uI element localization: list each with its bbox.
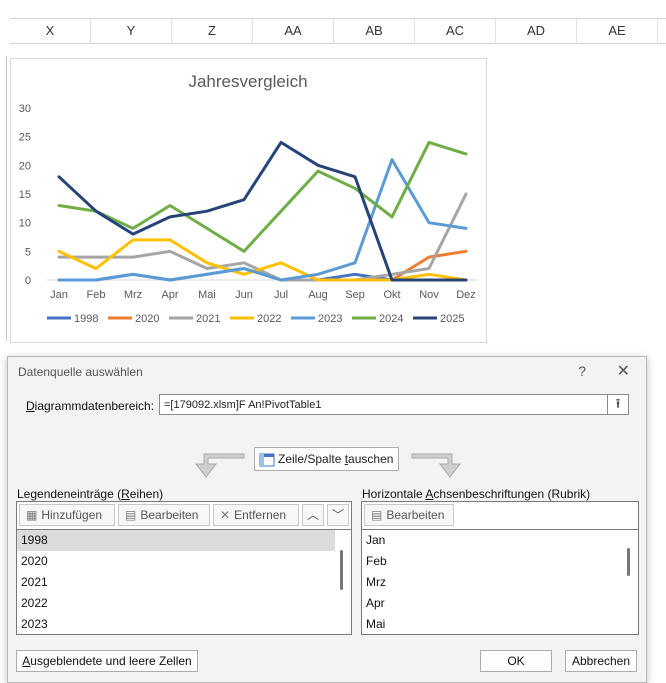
line-chart[interactable]: Jahresvergleich 0 5 10 15 20 25 30 Jan Feb Mrz Apr M… [10, 58, 487, 343]
edit-table-icon: ▤ [371, 508, 383, 522]
column-header-aa[interactable]: AA [253, 19, 334, 43]
legend-label-2023: 2023 [318, 313, 342, 325]
column-header-x[interactable]: X [10, 19, 91, 43]
list-item[interactable]: 2020 [17, 551, 351, 572]
chevron-down-icon: ﹀ [331, 508, 344, 522]
chart-data-range-label: Diagrammdatenbereich: [26, 399, 155, 413]
column-header-ae[interactable]: AE [577, 19, 658, 43]
x-tick-label: Mrz [124, 289, 142, 301]
column-header-z[interactable]: Z [172, 19, 253, 43]
list-item[interactable]: Mrz [362, 572, 638, 593]
column-header-ab[interactable]: AB [334, 19, 415, 43]
left-panel-edge [0, 56, 7, 341]
move-down-button[interactable]: ﹀ [327, 504, 349, 526]
series-line-2023 [57, 158, 468, 282]
legend-entries-panel: ▦ Hinzufügen ▤ Bearbeiten ✕ Entfernen ︿ ﹀ 1… [16, 501, 352, 635]
column-header-row: X Y Z AA AB AC AD AE [10, 18, 666, 44]
select-data-source-dialog: Datenquelle auswählen ? ✕ Diagrammdatenb… [7, 356, 647, 683]
list-item[interactable]: Feb [362, 551, 638, 572]
ok-button[interactable]: OK [480, 650, 552, 672]
chevron-up-icon: ︿ [306, 508, 319, 522]
chart-data-range-input[interactable]: =[179092.xlsm]F An!PivotTable1 [159, 394, 609, 415]
edit-axis-labels-button[interactable]: ▤ Bearbeiten [364, 504, 454, 526]
list-item[interactable]: 2023 [17, 614, 351, 634]
list-item[interactable]: 2022 [17, 593, 351, 614]
axis-labels-label: Horizontale Achsenbeschriftungen (Rubrik… [362, 487, 591, 501]
dialog-title: Datenquelle auswählen [18, 365, 143, 379]
legend-scrollbar[interactable] [340, 550, 343, 590]
y-tick-label: 10 [19, 218, 31, 230]
list-item[interactable]: Mai [362, 614, 638, 634]
chart-svg: Jahresvergleich051015202530Jan Feb Mrz Apr M… [19, 72, 478, 325]
axis-toolbar: ▤ Bearbeiten [362, 502, 638, 530]
legend-label-2024: 2024 [379, 313, 403, 325]
column-header-ad[interactable]: AD [496, 19, 577, 43]
x-tick-label: Sep [345, 289, 365, 301]
x-tick-label: Apr [161, 289, 178, 301]
y-tick-label: 25 [19, 132, 31, 144]
legend-label-2021: 2021 [196, 313, 220, 325]
cancel-button[interactable]: Abbrechen [565, 650, 637, 672]
close-icon[interactable]: ✕ [617, 361, 630, 381]
remove-series-label: Entfernen [234, 508, 287, 522]
column-header-y[interactable]: Y [91, 19, 172, 43]
add-series-button[interactable]: ▦ Hinzufügen [19, 504, 115, 526]
x-tick-label: Jun [235, 289, 253, 301]
help-button[interactable]: ? [578, 363, 586, 379]
y-tick-label: 20 [19, 160, 31, 172]
axis-scrollbar[interactable] [627, 548, 630, 576]
remove-x-icon: ✕ [220, 508, 231, 522]
list-item[interactable]: Apr [362, 593, 638, 614]
y-tick-label: 0 [25, 275, 31, 287]
list-item[interactable]: Jan [362, 530, 638, 551]
legend-label-1998: 1998 [74, 313, 98, 325]
series-line-2025 [57, 140, 468, 282]
x-tick-label: Okt [383, 289, 400, 301]
range-collapse-icon[interactable]: ⭱ [607, 394, 629, 415]
move-up-button[interactable]: ︿ [302, 504, 324, 526]
legend-entries-label: Legendeneinträge (Reihen) [17, 487, 164, 501]
add-table-icon: ▦ [26, 508, 38, 522]
x-tick-label: Dez [456, 289, 476, 301]
legend-label-2022: 2022 [257, 313, 281, 325]
y-tick-label: 5 [25, 246, 31, 258]
switch-row-column-button[interactable]: Zeile/Spalte tauschen [254, 447, 399, 471]
legend-entries-list[interactable]: 1998 2020 2021 2022 2023 [17, 530, 351, 634]
x-tick-label: Jul [274, 289, 288, 301]
legend-label-2025: 2025 [440, 313, 464, 325]
legend-label-2020: 2020 [135, 313, 159, 325]
list-item[interactable]: 1998 [17, 530, 335, 551]
x-tick-label: Feb [87, 289, 106, 301]
edit-axis-labels-label: Bearbeiten [386, 508, 445, 522]
hidden-empty-cells-label: Ausgeblendete und leere Zellen [22, 654, 192, 668]
x-tick-label: Mai [198, 289, 216, 301]
legend-toolbar: ▦ Hinzufügen ▤ Bearbeiten ✕ Entfernen ︿ ﹀ [17, 502, 351, 530]
arrow-down-right-icon [411, 453, 462, 478]
y-tick-label: 30 [19, 103, 31, 115]
x-tick-label: Nov [419, 289, 439, 301]
axis-labels-list[interactable]: Jan Feb Mrz Apr Mai [362, 530, 638, 634]
switch-row-column-label: Zeile/Spalte tauschen [278, 452, 394, 466]
axis-labels-panel: ▤ Bearbeiten Jan Feb Mrz Apr Mai [361, 501, 639, 635]
chart-title: Jahresvergleich [188, 72, 307, 91]
column-header-ac[interactable]: AC [415, 19, 496, 43]
x-tick-label: Jan [50, 289, 68, 301]
arrow-down-left-icon [194, 453, 245, 478]
series-line-2024 [57, 140, 468, 253]
table-swap-icon [259, 453, 275, 467]
hidden-empty-cells-button[interactable]: Ausgeblendete und leere Zellen [16, 650, 198, 672]
x-tick-label: Aug [308, 289, 328, 301]
edit-series-button[interactable]: ▤ Bearbeiten [118, 504, 210, 526]
dialog-titlebar: Datenquelle auswählen ? ✕ [8, 357, 646, 387]
list-item[interactable]: 2021 [17, 572, 351, 593]
edit-series-label: Bearbeiten [140, 508, 199, 522]
add-series-label: Hinzufügen [41, 508, 103, 522]
y-tick-label: 15 [19, 189, 31, 201]
edit-table-icon: ▤ [125, 508, 137, 522]
remove-series-button[interactable]: ✕ Entfernen [213, 504, 299, 526]
